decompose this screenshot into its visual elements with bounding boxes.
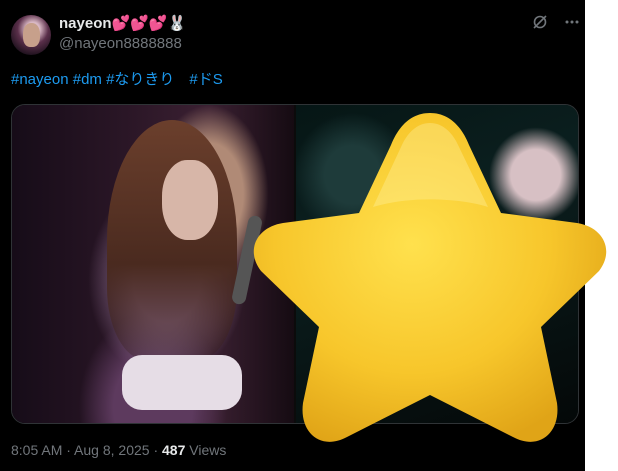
photo-left-face [162, 160, 218, 240]
tweet-text[interactable]: #nayeon #dm #なりきり #ドS [11, 70, 223, 90]
photo-left-outfit [122, 355, 242, 410]
author-names: nayeon💕💕💕🐰 @nayeon8888888 [59, 14, 186, 54]
header-actions [531, 14, 581, 36]
screenshot: nayeon💕💕💕🐰 @nayeon8888888 #nayeon #dm #な… [0, 0, 618, 471]
tweet-meta: 8:05 AM · Aug 8, 2025 · 487 Views [11, 441, 226, 459]
views-label: Views [185, 442, 227, 458]
star-sticker-icon [253, 113, 607, 442]
meta-separator: · [62, 442, 75, 458]
display-name-text[interactable]: nayeon [59, 15, 112, 32]
views-count[interactable]: 487 [162, 442, 185, 458]
tweet-header: nayeon💕💕💕🐰 @nayeon8888888 [11, 12, 581, 58]
more-icon[interactable] [563, 14, 581, 36]
grok-icon[interactable] [531, 14, 549, 36]
user-handle[interactable]: @nayeon8888888 [59, 34, 186, 54]
tweet-date[interactable]: Aug 8, 2025 [74, 442, 150, 458]
display-name[interactable]: nayeon💕💕💕🐰 [59, 14, 186, 34]
meta-separator: · [149, 442, 163, 458]
tweet-time[interactable]: 8:05 AM [11, 442, 62, 458]
avatar[interactable] [11, 15, 51, 55]
name-emojis: 💕💕💕🐰 [111, 15, 187, 32]
photo-left-hair [107, 120, 237, 360]
